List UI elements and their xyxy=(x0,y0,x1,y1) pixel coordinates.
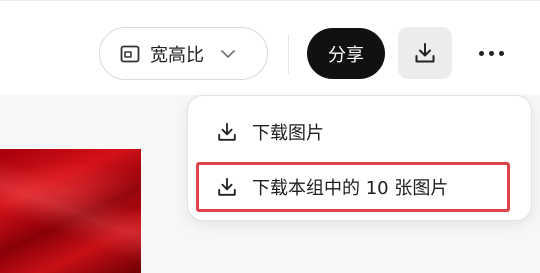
image-thumbnail[interactable] xyxy=(0,149,141,273)
more-horizontal-icon xyxy=(476,50,506,56)
download-button[interactable] xyxy=(398,27,452,79)
aspect-ratio-label: 宽高比 xyxy=(150,44,204,66)
share-button[interactable]: 分享 xyxy=(307,28,385,79)
download-icon xyxy=(216,176,238,198)
aspect-ratio-icon xyxy=(120,45,140,63)
aspect-ratio-button[interactable]: 宽高比 xyxy=(99,27,268,80)
download-icon xyxy=(413,41,437,65)
menu-item-label: 下载图片 xyxy=(252,123,324,144)
more-options-button[interactable] xyxy=(470,31,512,75)
menu-item-download-group[interactable]: 下载本组中的 10 张图片 xyxy=(188,162,531,212)
top-toolbar: 宽高比 分享 xyxy=(0,0,540,95)
chevron-down-icon xyxy=(220,49,236,59)
download-icon xyxy=(216,121,238,143)
menu-item-download-image[interactable]: 下载图片 xyxy=(188,107,531,157)
toolbar-divider xyxy=(288,34,289,74)
menu-item-label: 下载本组中的 10 张图片 xyxy=(252,178,449,199)
download-menu: 下载图片 下载本组中的 10 张图片 xyxy=(187,95,532,221)
